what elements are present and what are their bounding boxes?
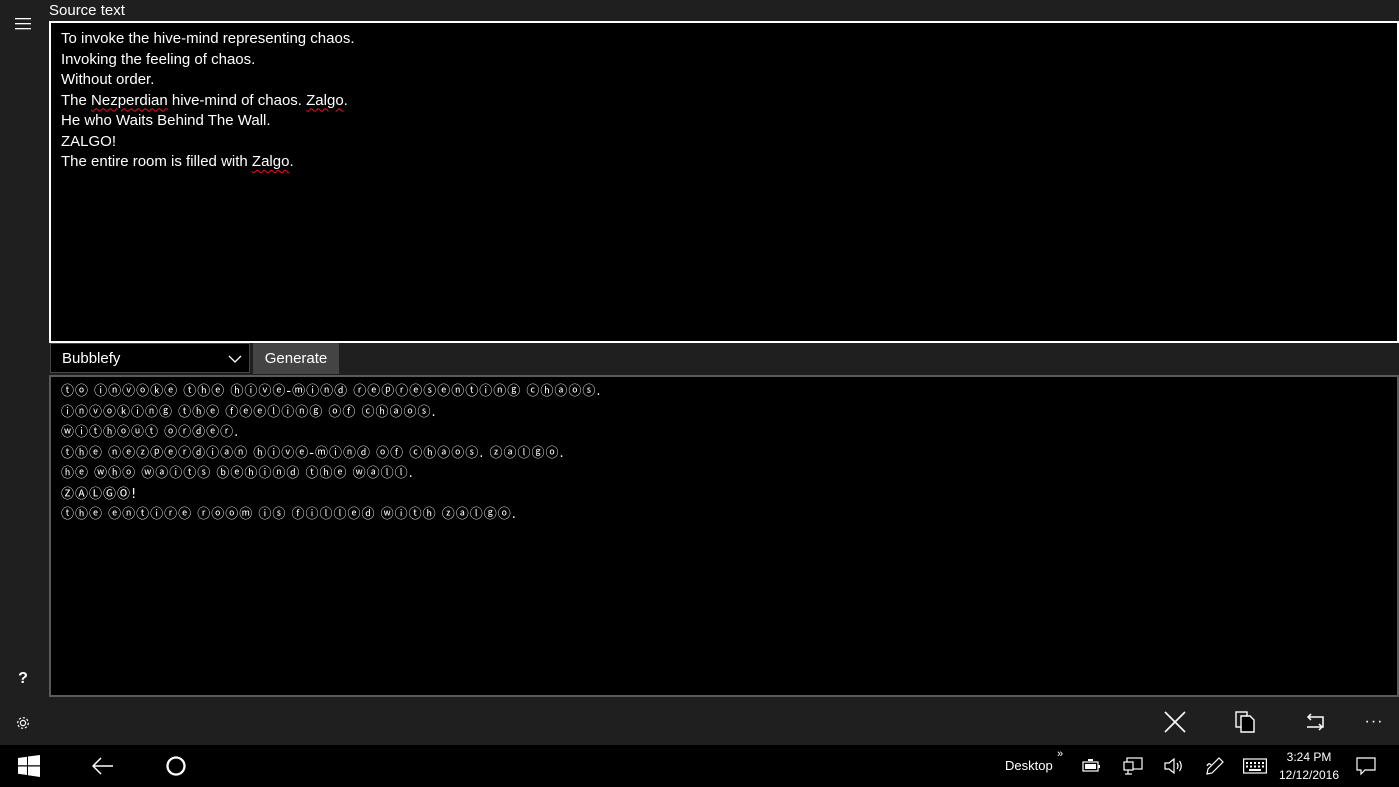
source-text-segment: ZALGO! <box>61 132 117 150</box>
pen-icon[interactable] <box>1204 753 1226 779</box>
source-text-segment: hive-mind of chaos. <box>167 91 307 109</box>
main-panel: Source text To invoke the hive-mind repr… <box>46 0 1399 745</box>
controls-row: Bubblefy Generate <box>49 343 1399 374</box>
sidebar: ? <box>0 0 46 745</box>
source-text-segment: Invoking the feeling of chaos. <box>61 50 256 68</box>
output-text-box[interactable]: ⓣⓞ ⓘⓝⓥⓞⓚⓔ ⓣⓗⓔ ⓗⓘⓥⓔ-ⓜⓘⓝⓓ ⓡⓔⓟⓡⓔⓢⓔⓝⓣⓘⓝⓖ ⓒⓗⓐ… <box>49 375 1399 697</box>
source-line: The Nezperdian hive-mind of chaos. Zalgo… <box>61 91 355 112</box>
app-window: ? Source text To invoke the hive-mind re… <box>0 0 1399 745</box>
desktop-label[interactable]: Desktop <box>1005 758 1053 773</box>
more-icon[interactable]: ··· <box>1359 707 1389 737</box>
output-line: ⓏⒶⓁⒼⓄ! <box>61 486 138 502</box>
output-line: ⓘⓝⓥⓞⓚⓘⓝⓖ ⓣⓗⓔ ⓕⓔⓔⓛⓘⓝⓖ ⓞⓕ ⓒⓗⓐⓞⓢ. <box>61 404 437 420</box>
close-icon[interactable] <box>1160 707 1190 737</box>
share-icon[interactable] <box>1300 707 1330 737</box>
cortana-icon[interactable] <box>163 753 189 779</box>
source-text-segment: He who Waits Behind The Wall. <box>61 112 271 129</box>
output-line: ⓣⓗⓔ ⓝⓔⓩⓟⓔⓡⓓⓘⓐⓝ ⓗⓘⓥⓔ-ⓜⓘⓝⓓ ⓞⓕ ⓒⓗⓐⓞⓢ. ⓩⓐⓛⓖⓞ… <box>61 445 565 461</box>
taskbar: Desktop » 3:24 PM 12/12/2016 <box>0 745 1399 787</box>
keyboard-icon[interactable] <box>1242 753 1268 779</box>
copy-icon[interactable] <box>1230 707 1260 737</box>
back-arrow-icon[interactable] <box>90 753 116 779</box>
source-line: To invoke the hive-mind representing cha… <box>61 29 355 50</box>
clock-date: 12/12/2016 <box>1278 768 1340 782</box>
source-line: Without order. <box>61 70 355 91</box>
source-text-label: Source text <box>49 2 125 19</box>
generate-button[interactable]: Generate <box>253 343 339 374</box>
misspelled-word: Zalgo <box>251 153 290 170</box>
output-line: ⓣⓗⓔ ⓔⓝⓣⓘⓡⓔ ⓡⓞⓞⓜ ⓘⓢ ⓕⓘⓛⓛⓔⓓ ⓦⓘⓣⓗ ⓩⓐⓛⓖⓞ. <box>61 507 517 522</box>
output-text-content: ⓣⓞ ⓘⓝⓥⓞⓚⓔ ⓣⓗⓔ ⓗⓘⓥⓔ-ⓜⓘⓝⓓ ⓡⓔⓟⓡⓔⓢⓔⓝⓣⓘⓝⓖ ⓒⓗⓐ… <box>61 382 602 526</box>
help-icon[interactable]: ? <box>11 667 35 691</box>
mode-dropdown-value: Bubblefy <box>62 350 121 367</box>
misspelled-word: Nezperdian <box>91 91 168 109</box>
source-line: Invoking the feeling of chaos. <box>61 50 355 71</box>
source-text-segment: . <box>289 153 294 170</box>
overflow-chevron-icon[interactable]: » <box>1057 748 1063 760</box>
windows-start-icon[interactable] <box>16 753 42 779</box>
source-text-input[interactable]: To invoke the hive-mind representing cha… <box>49 21 1399 343</box>
volume-icon[interactable] <box>1163 753 1185 779</box>
hamburger-menu-icon[interactable] <box>11 12 35 36</box>
more-glyph: ··· <box>1364 713 1384 730</box>
taskbar-clock[interactable]: 3:24 PM 12/12/2016 <box>1278 748 1340 784</box>
battery-icon[interactable] <box>1081 753 1103 779</box>
output-line: ⓗⓔ ⓦⓗⓞ ⓦⓐⓘⓣⓢ ⓑⓔⓗⓘⓝⓓ ⓣⓗⓔ ⓦⓐⓛⓛ. <box>61 466 414 481</box>
source-line: ZALGO! <box>61 132 355 153</box>
source-text-segment: . <box>343 91 348 109</box>
command-bar: ··· <box>46 697 1399 745</box>
source-text-segment: Without order. <box>61 71 155 88</box>
help-glyph: ? <box>18 670 28 687</box>
output-line: ⓣⓞ ⓘⓝⓥⓞⓚⓔ ⓣⓗⓔ ⓗⓘⓥⓔ-ⓜⓘⓝⓓ ⓡⓔⓟⓡⓔⓢⓔⓝⓣⓘⓝⓖ ⓒⓗⓐ… <box>61 384 602 399</box>
notifications-icon[interactable] <box>1355 753 1377 779</box>
chevron-down-icon <box>228 352 242 366</box>
clock-time: 3:24 PM <box>1286 750 1332 764</box>
source-text-segment: The entire room is filled with <box>61 153 252 170</box>
source-line: The entire room is filled with Zalgo. <box>61 152 355 173</box>
source-text-segment: The <box>61 91 92 109</box>
source-text-segment: To invoke the hive-mind representing cha… <box>61 30 355 47</box>
source-text-content: To invoke the hive-mind representing cha… <box>61 29 355 173</box>
misspelled-word: Zalgo <box>306 91 344 109</box>
gear-icon[interactable] <box>11 711 35 735</box>
output-line: ⓦⓘⓣⓗⓞⓤⓣ ⓞⓡⓓⓔⓡ. <box>61 425 240 440</box>
mode-dropdown[interactable]: Bubblefy <box>50 343 250 373</box>
source-line: He who Waits Behind The Wall. <box>61 111 355 132</box>
network-icon[interactable] <box>1122 753 1144 779</box>
